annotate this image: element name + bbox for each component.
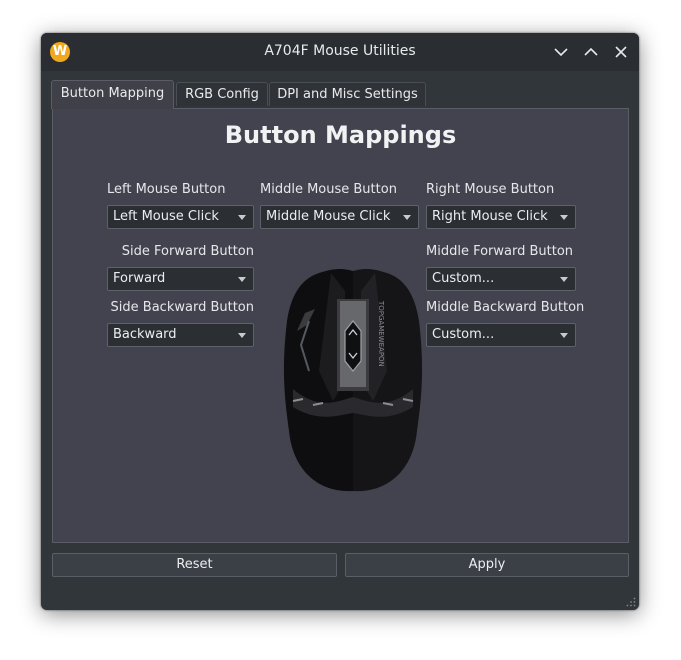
resize-grip-icon[interactable] bbox=[626, 597, 636, 607]
close-button[interactable] bbox=[611, 42, 631, 62]
minimize-button[interactable] bbox=[551, 42, 571, 62]
side-backward-button-label: Side Backward Button bbox=[110, 300, 254, 315]
right-mouse-button-value: Right Mouse Click bbox=[432, 209, 548, 224]
dropdown-arrow-icon bbox=[560, 215, 568, 220]
middle-forward-button-value: Custom... bbox=[432, 271, 495, 286]
window-title: A704F Mouse Utilities bbox=[264, 43, 416, 59]
side-forward-button-label: Side Forward Button bbox=[121, 244, 254, 259]
dropdown-arrow-icon bbox=[560, 333, 568, 338]
side-forward-button-select[interactable]: Forward bbox=[107, 267, 254, 291]
button-mapping-panel: Button Mappings Left Mouse Button Left M… bbox=[52, 108, 629, 543]
maximize-button[interactable] bbox=[581, 42, 601, 62]
right-mouse-button-label: Right Mouse Button bbox=[426, 182, 555, 197]
tab-button-mapping[interactable]: Button Mapping bbox=[51, 80, 174, 109]
middle-backward-button-value: Custom... bbox=[432, 327, 495, 342]
middle-mouse-button-select[interactable]: Middle Mouse Click bbox=[260, 205, 419, 229]
side-forward-button-value: Forward bbox=[113, 271, 166, 286]
dropdown-arrow-icon bbox=[560, 277, 568, 282]
middle-forward-button-select[interactable]: Custom... bbox=[426, 267, 576, 291]
middle-backward-button-select[interactable]: Custom... bbox=[426, 323, 576, 347]
right-mouse-button-select[interactable]: Right Mouse Click bbox=[426, 205, 576, 229]
apply-button[interactable]: Apply bbox=[345, 553, 629, 577]
tab-rgb-config[interactable]: RGB Config bbox=[176, 82, 268, 106]
side-backward-button-value: Backward bbox=[113, 327, 177, 342]
left-mouse-button-value: Left Mouse Click bbox=[113, 209, 219, 224]
mouse-brand-text: TOPGAMEWEAPON bbox=[377, 300, 385, 367]
title-bar[interactable]: W A704F Mouse Utilities bbox=[41, 33, 639, 71]
left-mouse-button-select[interactable]: Left Mouse Click bbox=[107, 205, 254, 229]
gaming-mouse-image: TOPGAMEWEAPON bbox=[283, 269, 423, 492]
middle-backward-button-label: Middle Backward Button bbox=[426, 300, 585, 315]
close-icon bbox=[615, 46, 627, 58]
reset-button[interactable]: Reset bbox=[52, 553, 337, 577]
tab-dpi-misc-settings[interactable]: DPI and Misc Settings bbox=[269, 82, 426, 106]
app-window: W A704F Mouse Utilities Button Mapping R… bbox=[41, 33, 639, 610]
dropdown-arrow-icon bbox=[238, 215, 246, 220]
dropdown-arrow-icon bbox=[238, 277, 246, 282]
chevron-down-icon bbox=[554, 48, 568, 57]
middle-mouse-button-value: Middle Mouse Click bbox=[266, 209, 391, 224]
dropdown-arrow-icon bbox=[403, 215, 411, 220]
dropdown-arrow-icon bbox=[238, 333, 246, 338]
left-mouse-button-label: Left Mouse Button bbox=[107, 182, 226, 197]
middle-mouse-button-label: Middle Mouse Button bbox=[260, 182, 397, 197]
middle-forward-button-label: Middle Forward Button bbox=[426, 244, 574, 259]
chevron-up-icon bbox=[584, 47, 598, 56]
page-title: Button Mappings bbox=[224, 121, 457, 149]
side-backward-button-select[interactable]: Backward bbox=[107, 323, 254, 347]
